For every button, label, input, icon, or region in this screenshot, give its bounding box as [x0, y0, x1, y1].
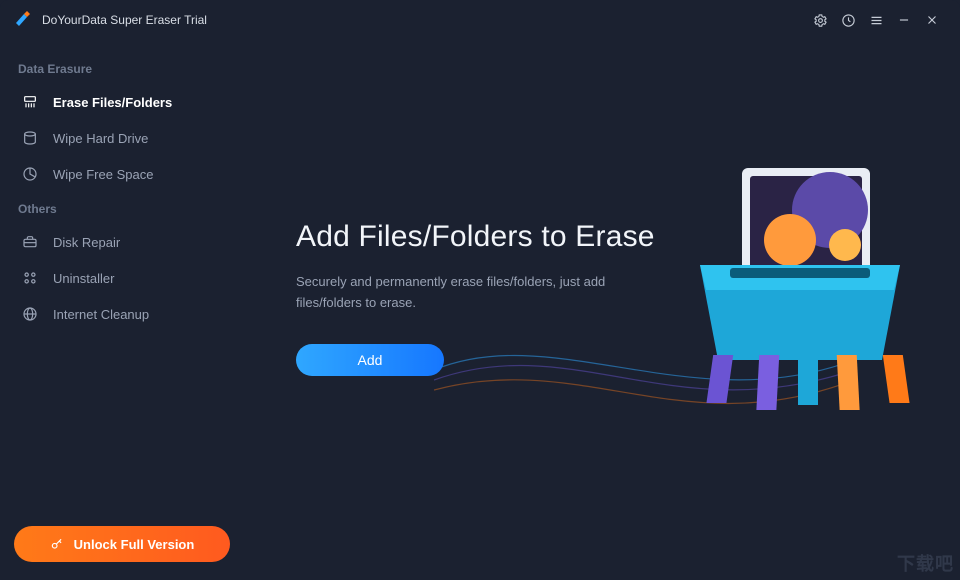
- sidebar-section-others: Others: [0, 192, 244, 224]
- unlock-label: Unlock Full Version: [74, 537, 195, 552]
- sidebar-item-internet-cleanup[interactable]: Internet Cleanup: [0, 296, 244, 332]
- globe-icon: [21, 305, 39, 323]
- content-block: Add Files/Folders to Erase Securely and …: [296, 220, 696, 376]
- watermark-text: 下载吧: [897, 550, 954, 576]
- sidebar-item-uninstaller[interactable]: Uninstaller: [0, 260, 244, 296]
- sidebar-item-label: Wipe Free Space: [53, 167, 153, 182]
- app-logo-icon: [14, 11, 32, 29]
- page-heading: Add Files/Folders to Erase: [296, 220, 696, 254]
- clock-icon: [841, 13, 856, 28]
- unlock-full-version-button[interactable]: Unlock Full Version: [14, 526, 230, 562]
- main-panel: Add Files/Folders to Erase Securely and …: [244, 40, 960, 580]
- sidebar-item-label: Disk Repair: [53, 235, 120, 250]
- hamburger-icon: [869, 13, 884, 28]
- key-icon: [50, 537, 64, 551]
- shred-icon: [21, 93, 39, 111]
- sidebar-item-wipe-free[interactable]: Wipe Free Space: [0, 156, 244, 192]
- settings-button[interactable]: [806, 6, 834, 34]
- grid-icon: [21, 269, 39, 287]
- add-button[interactable]: Add: [296, 344, 444, 376]
- toolbox-icon: [21, 233, 39, 251]
- minimize-button[interactable]: [890, 6, 918, 34]
- sidebar-item-label: Wipe Hard Drive: [53, 131, 148, 146]
- sidebar-item-disk-repair[interactable]: Disk Repair: [0, 224, 244, 260]
- app-window: DoYourData Super Eraser Trial: [0, 0, 960, 580]
- pie-icon: [21, 165, 39, 183]
- minimize-icon: [897, 13, 911, 27]
- sidebar: Data Erasure Erase Files/Folders Wipe Ha…: [0, 40, 244, 580]
- menu-button[interactable]: [862, 6, 890, 34]
- drive-icon: [21, 129, 39, 147]
- close-button[interactable]: [918, 6, 946, 34]
- sidebar-item-label: Internet Cleanup: [53, 307, 149, 322]
- sidebar-item-label: Uninstaller: [53, 271, 114, 286]
- page-description: Securely and permanently erase files/fol…: [296, 272, 656, 314]
- sidebar-item-erase-files[interactable]: Erase Files/Folders: [0, 84, 244, 120]
- sidebar-section-data-erasure: Data Erasure: [0, 52, 244, 84]
- close-icon: [925, 13, 939, 27]
- sidebar-item-label: Erase Files/Folders: [53, 95, 172, 110]
- hero-illustration: [670, 150, 930, 410]
- window-title: DoYourData Super Eraser Trial: [42, 13, 207, 27]
- titlebar: DoYourData Super Eraser Trial: [0, 0, 960, 40]
- add-button-label: Add: [358, 352, 383, 368]
- history-button[interactable]: [834, 6, 862, 34]
- sidebar-item-wipe-drive[interactable]: Wipe Hard Drive: [0, 120, 244, 156]
- gear-icon: [813, 13, 828, 28]
